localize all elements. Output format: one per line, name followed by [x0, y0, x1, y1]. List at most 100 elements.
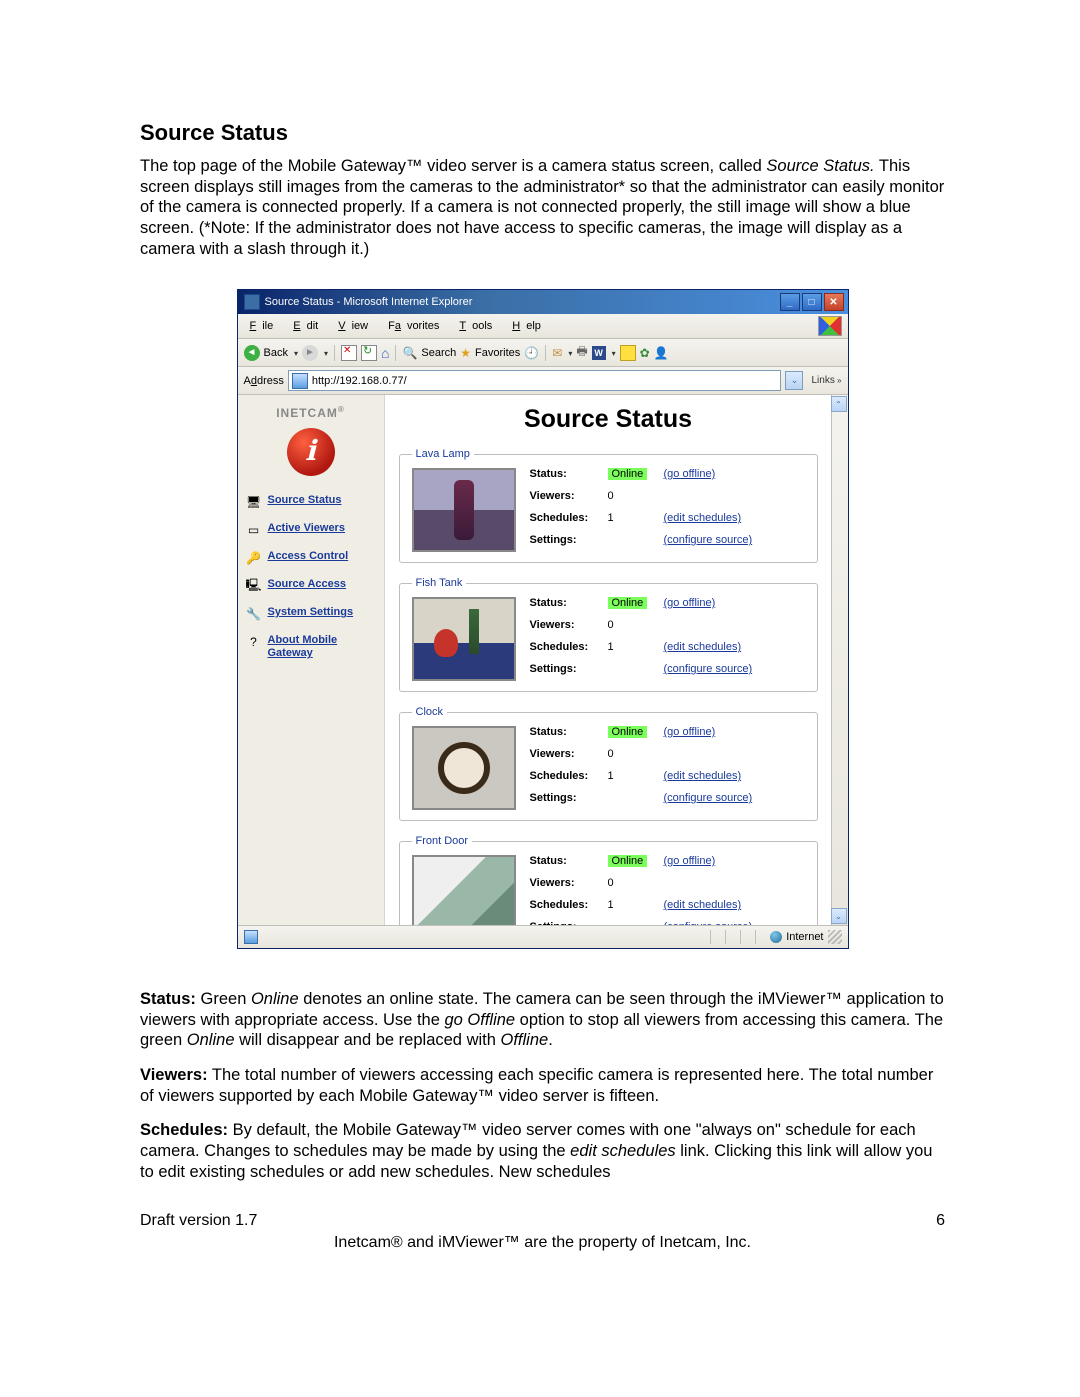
label-schedules: Schedules:: [530, 512, 608, 530]
close-button[interactable]: ✕: [824, 293, 844, 311]
doc-p-status: Status: Green Online denotes an online s…: [140, 989, 945, 1051]
edit-schedules-link[interactable]: (edit schedules): [664, 641, 742, 653]
discuss-icon[interactable]: [620, 345, 636, 361]
maximize-button[interactable]: □: [802, 293, 822, 311]
label-schedules: Schedules:: [530, 899, 608, 917]
doc-p-viewers: Viewers: The total number of viewers acc…: [140, 1065, 945, 1106]
configure-source-link[interactable]: (configure source): [664, 921, 753, 925]
separator: [395, 345, 396, 361]
scroll-down-icon[interactable]: ⌄: [831, 908, 847, 924]
edit-word-icon[interactable]: W: [592, 346, 606, 360]
menu-favorites[interactable]: Favorites: [382, 319, 451, 333]
sidebar-item-2[interactable]: 🔑 Access Control: [246, 550, 376, 566]
back-dropdown-icon[interactable]: [292, 347, 298, 359]
mail-dropdown-icon[interactable]: [566, 347, 572, 359]
edit-dropdown-icon[interactable]: [610, 347, 616, 359]
mail-icon[interactable]: ✉: [552, 346, 562, 360]
sidebar-item-0[interactable]: 🖥Source Status: [246, 494, 376, 510]
research-icon[interactable]: ✿: [640, 346, 650, 360]
home-icon[interactable]: ⌂: [381, 345, 389, 361]
go-offline-link[interactable]: (go offline): [664, 468, 716, 480]
search-icon[interactable]: 🔍: [402, 346, 417, 360]
menu-help[interactable]: Help: [506, 319, 553, 333]
label-settings: Settings:: [530, 792, 608, 810]
go-offline-link[interactable]: (go offline): [664, 855, 716, 867]
nav-link[interactable]: Active Viewers: [268, 522, 345, 535]
footer: Draft version 1.7 6: [140, 1212, 945, 1230]
go-offline-link[interactable]: (go offline): [664, 726, 716, 738]
status-seg: [740, 930, 751, 944]
sidebar-item-1[interactable]: ▭Active Viewers: [246, 522, 376, 538]
refresh-icon[interactable]: [361, 345, 377, 361]
status-badge: Online: [608, 468, 648, 480]
source-1: Fish TankStatus:Online(go offline)Viewer…: [399, 577, 818, 692]
links-button[interactable]: Links: [811, 375, 841, 386]
viewers-value: 0: [608, 490, 664, 508]
menu-edit[interactable]: Edit: [287, 319, 330, 333]
viewers-value: 0: [608, 748, 664, 766]
status-badge: Online: [608, 597, 648, 609]
brand-name: INETCAM®: [246, 405, 376, 420]
menu-tools[interactable]: Tools: [453, 319, 504, 333]
edit-schedules-link[interactable]: (edit schedules): [664, 770, 742, 782]
nav-link[interactable]: Source Status: [268, 494, 342, 507]
status-badge: Online: [608, 726, 648, 738]
label-settings: Settings:: [530, 921, 608, 925]
messenger-icon[interactable]: 👤: [654, 346, 669, 360]
favorites-star-icon[interactable]: ★: [460, 346, 471, 360]
sidebar-item-4[interactable]: 🔧System Settings: [246, 606, 376, 622]
nav-link[interactable]: System Settings: [268, 606, 354, 619]
favorites-button[interactable]: Favorites: [475, 347, 520, 359]
menubar: File Edit View Favorites Tools Help: [238, 314, 848, 339]
titlebar: Source Status - Microsoft Internet Explo…: [238, 290, 848, 314]
edit-schedules-link[interactable]: (edit schedules): [664, 512, 742, 524]
forward-dropdown-icon[interactable]: [322, 347, 328, 359]
viewers-value: 0: [608, 619, 664, 637]
print-icon[interactable]: 🖶: [576, 342, 587, 363]
doc-p-schedules: Schedules: By default, the Mobile Gatewa…: [140, 1120, 945, 1182]
label-viewers: Viewers:: [530, 490, 608, 508]
status-badge: Online: [608, 855, 648, 867]
label-status: Status:: [530, 726, 608, 744]
back-button[interactable]: Back: [264, 347, 288, 359]
address-dropdown-icon[interactable]: ⌄: [785, 371, 803, 390]
sidebar-item-3[interactable]: 🖳Source Access: [246, 578, 376, 594]
address-field[interactable]: http://192.168.0.77/: [288, 370, 782, 391]
forward-icon[interactable]: ►: [302, 345, 318, 361]
menu-file[interactable]: File: [244, 319, 286, 333]
back-icon[interactable]: ◄: [244, 345, 260, 361]
source-2: ClockStatus:Online(go offline)Viewers:0S…: [399, 706, 818, 821]
label-settings: Settings:: [530, 663, 608, 681]
configure-source-link[interactable]: (configure source): [664, 534, 753, 546]
label-viewers: Viewers:: [530, 748, 608, 766]
main-content: Source Status Lava LampStatus:Online(go …: [385, 395, 832, 925]
ie-page-icon: [244, 294, 260, 310]
page-icon: [292, 373, 308, 389]
configure-source-link[interactable]: (configure source): [664, 663, 753, 675]
edit-schedules-link[interactable]: (edit schedules): [664, 899, 742, 911]
source-thumbnail: [412, 468, 516, 552]
windows-flag-icon: [818, 316, 842, 336]
configure-source-link[interactable]: (configure source): [664, 792, 753, 804]
schedules-value: 1: [608, 770, 664, 788]
status-seg: [710, 930, 721, 944]
resize-grip-icon[interactable]: [828, 930, 842, 944]
source-thumbnail: [412, 855, 516, 925]
label-schedules: Schedules:: [530, 641, 608, 659]
label-settings: Settings:: [530, 534, 608, 552]
minimize-button[interactable]: _: [780, 293, 800, 311]
sidebar: INETCAM® 🖥Source Status ▭Active Viewers 🔑 A…: [238, 395, 385, 925]
history-icon[interactable]: 🕘: [524, 346, 539, 360]
label-status: Status:: [530, 597, 608, 615]
scroll-up-icon[interactable]: ⌃: [831, 396, 847, 412]
sidebar-item-5[interactable]: ?About Mobile Gateway: [246, 634, 376, 660]
schedules-value: 1: [608, 641, 664, 659]
stop-icon[interactable]: [341, 345, 357, 361]
search-button[interactable]: Search: [421, 347, 456, 359]
nav-link[interactable]: About Mobile Gateway: [268, 634, 376, 660]
go-offline-link[interactable]: (go offline): [664, 597, 716, 609]
nav-icon: 🔑: [246, 550, 262, 566]
nav-link[interactable]: Source Access: [268, 578, 346, 591]
nav-link[interactable]: Access Control: [268, 550, 349, 563]
menu-view[interactable]: View: [332, 319, 380, 333]
